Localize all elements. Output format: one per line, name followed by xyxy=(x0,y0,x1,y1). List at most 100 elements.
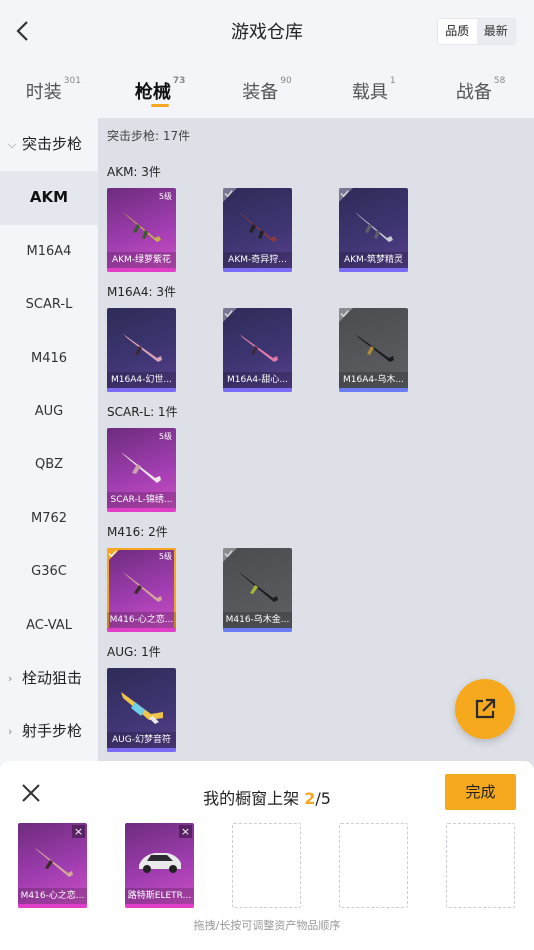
weapon-sidebar: ⌵ 突击步枪 AKM M16A4 SCAR-L M416 AUG QBZ M762… xyxy=(0,118,98,768)
showcase-slot-empty[interactable] xyxy=(232,823,301,908)
rarity-bar xyxy=(223,268,292,272)
sort-toggle: 品质 最新 xyxy=(437,18,516,45)
car-icon xyxy=(139,853,181,873)
sidebar-item-akm[interactable]: AKM xyxy=(0,171,98,225)
rifle-icon xyxy=(123,334,162,362)
sidebar-group-bolt[interactable]: › 栓动狙击 xyxy=(0,652,98,705)
tab-count: 58 xyxy=(493,76,506,86)
showcase-slot-empty[interactable] xyxy=(339,823,408,908)
sidebar-item-m762[interactable]: M762 xyxy=(0,492,98,545)
tab-vehicles[interactable]: 载具1 xyxy=(320,68,427,112)
item-card[interactable]: M16A4-幻世... xyxy=(107,308,176,392)
tab-label: 装备 xyxy=(242,82,279,103)
section-header-m16a4: M16A4: 3件 xyxy=(107,285,176,299)
rifle-icon xyxy=(34,847,73,877)
share-external-icon xyxy=(475,698,496,719)
sidebar-item-aug[interactable]: AUG xyxy=(0,385,98,438)
showcase-count: 2 xyxy=(304,789,316,808)
item-name: AKM-筑梦精灵 xyxy=(339,252,408,268)
item-card[interactable]: M16A4-甜心... xyxy=(223,308,292,392)
tab-guns[interactable]: 枪械73 xyxy=(107,68,214,112)
item-card[interactable]: 5级 SCAR-L-锦绣... xyxy=(107,428,176,512)
rifle-icon xyxy=(121,452,161,483)
tab-count: 73 xyxy=(172,76,186,86)
rarity-bar xyxy=(223,388,292,392)
showcase-slot-filled[interactable]: × 路特斯ELETR... xyxy=(125,823,194,908)
sidebar-group-assault[interactable]: ⌵ 突击步枪 xyxy=(0,118,98,171)
share-button[interactable] xyxy=(455,679,515,739)
item-card-selected[interactable]: 5级 M416-心之恋... xyxy=(107,548,176,632)
item-card[interactable]: AKM-筑梦精灵 xyxy=(339,188,408,272)
rifle-icon xyxy=(123,212,161,242)
sort-quality-button[interactable]: 品质 xyxy=(438,19,477,44)
item-name: SCAR-L-锦绣... xyxy=(107,492,176,508)
category-tabs: 时装301 枪械73 装备90 载具1 战备58 xyxy=(0,68,534,112)
tab-label: 战备 xyxy=(455,82,492,103)
section-header-aug: AUG: 1件 xyxy=(107,645,161,659)
rarity-bar xyxy=(339,268,408,272)
tab-supplies[interactable]: 战备58 xyxy=(427,68,534,112)
sidebar-item-scar-l[interactable]: SCAR-L xyxy=(0,278,98,331)
section-header-scar-l: SCAR-L: 1件 xyxy=(107,405,178,419)
tab-count: 301 xyxy=(63,76,81,86)
done-button[interactable]: 完成 xyxy=(445,774,516,810)
tab-label: 枪械 xyxy=(134,82,171,103)
chevron-down-icon: ⌵ xyxy=(8,138,17,151)
item-card[interactable]: M416-乌木金... xyxy=(223,548,292,632)
rifle-icon xyxy=(123,572,162,602)
item-name: M416-心之恋... xyxy=(107,612,176,628)
item-name: M416-心之恋... xyxy=(18,888,87,904)
rarity-bar xyxy=(107,268,176,272)
item-name: M16A4-甜心... xyxy=(223,372,292,388)
sidebar-group-marksman[interactable]: › 射手步枪 xyxy=(0,705,98,758)
tab-label: 时装 xyxy=(25,82,62,103)
app-root: { "header": {"title": "游戏仓库", "sort_qual… xyxy=(0,0,534,950)
sidebar-item-ac-val[interactable]: AC-VAL xyxy=(0,599,98,652)
rifle-icon xyxy=(355,212,393,242)
chevron-right-icon: › xyxy=(8,725,13,739)
rifle-icon xyxy=(239,212,277,242)
item-card[interactable]: AKM-奇异狩... xyxy=(223,188,292,272)
tab-count: 1 xyxy=(389,76,396,86)
showcase-slot-filled[interactable]: × M416-心之恋... xyxy=(18,823,87,908)
reorder-hint: 拖拽/长按可调整资产物品顺序 xyxy=(193,919,341,932)
item-name: M416-乌木金... xyxy=(223,612,292,628)
item-card[interactable]: AUG-幻梦音符 xyxy=(107,668,176,752)
showcase-panel: 我的橱窗上架 2/5 完成 × M416-心之恋... × 路特斯ELETR..… xyxy=(0,761,534,950)
item-name: M16A4-乌木... xyxy=(339,372,408,388)
item-name: M16A4-幻世... xyxy=(107,372,176,388)
inventory-grid: 突击步枪: 17件 AKM: 3件 5级 AKM-绿萝紫花 AKM-奇异狩...… xyxy=(98,118,534,768)
item-card[interactable]: M16A4-乌木... xyxy=(339,308,408,392)
tab-label: 载具 xyxy=(351,82,388,103)
item-name: AKM-绿萝紫花 xyxy=(107,252,176,268)
sidebar-group-label: 射手步枪 xyxy=(22,722,83,741)
rarity-bar xyxy=(107,388,176,392)
item-name: 路特斯ELETR... xyxy=(125,888,194,904)
sidebar-group-label: 突击步枪 xyxy=(22,135,83,153)
sidebar-item-qbz[interactable]: QBZ xyxy=(0,438,98,491)
sidebar-item-g36c[interactable]: G36C xyxy=(0,545,98,598)
showcase-max: /5 xyxy=(315,789,331,808)
sidebar-item-m16a4[interactable]: M16A4 xyxy=(0,225,98,278)
showcase-slot-empty[interactable] xyxy=(446,823,515,908)
showcase-title-text: 我的橱窗上架 xyxy=(203,789,305,808)
sidebar-group-label: 栓动狙击 xyxy=(22,668,83,687)
rarity-bar xyxy=(339,388,408,392)
item-name: AUG-幻梦音符 xyxy=(107,732,176,748)
section-header-m416: M416: 2件 xyxy=(107,525,168,539)
tab-equipment[interactable]: 装备90 xyxy=(214,68,321,112)
chevron-right-icon: › xyxy=(8,671,13,685)
rarity-bar xyxy=(223,628,292,632)
rifle-icon xyxy=(239,334,278,362)
item-card[interactable]: 5级 AKM-绿萝紫花 xyxy=(107,188,176,272)
rifle-icon xyxy=(355,334,394,362)
tab-fashion[interactable]: 时装301 xyxy=(0,68,107,112)
sort-latest-button[interactable]: 最新 xyxy=(476,19,515,44)
sidebar-item-m416[interactable]: M416 xyxy=(0,332,98,385)
rarity-bar xyxy=(107,748,176,752)
rifle-icon xyxy=(239,572,278,602)
rarity-bar xyxy=(107,508,176,512)
rifle-icon xyxy=(121,692,163,724)
section-header-akm: AKM: 3件 xyxy=(107,165,161,179)
rarity-bar xyxy=(125,904,194,908)
